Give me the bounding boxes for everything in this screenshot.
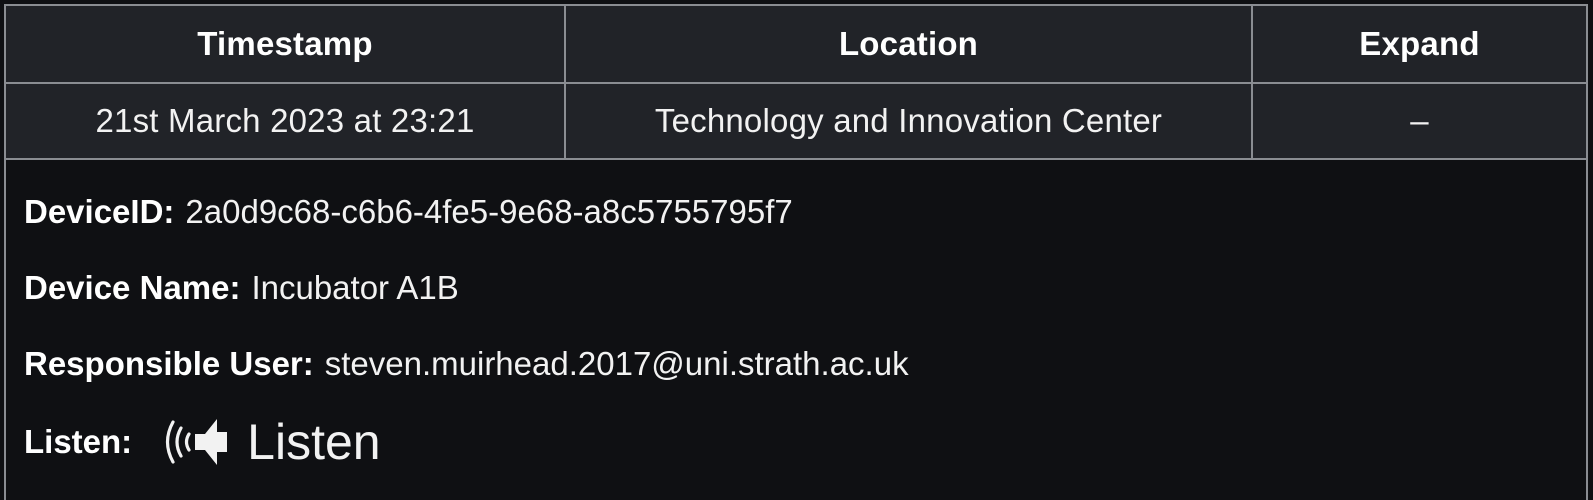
device-id-label: DeviceID: (24, 193, 175, 230)
responsible-user-line: Responsible User: steven.muirhead.2017@u… (24, 326, 1568, 402)
table-header-row: Timestamp Location Expand (6, 6, 1586, 84)
device-name-line: Device Name: Incubator A1B (24, 250, 1568, 326)
listen-button-label: Listen (247, 414, 381, 470)
device-id-value: 2a0d9c68-c6b6-4fe5-9e68-a8c5755795f7 (185, 193, 793, 230)
device-id-line: DeviceID: 2a0d9c68-c6b6-4fe5-9e68-a8c575… (24, 174, 1568, 250)
device-name-value: Incubator A1B (251, 269, 459, 306)
listen-line: Listen: Listen (24, 402, 1568, 482)
responsible-user-value: steven.muirhead.2017@uni.strath.ac.uk (324, 345, 909, 382)
expanded-details: DeviceID: 2a0d9c68-c6b6-4fe5-9e68-a8c575… (6, 160, 1586, 482)
header-location: Location (566, 6, 1253, 84)
header-expand: Expand (1253, 6, 1586, 84)
table-row: 21st March 2023 at 23:21 Technology and … (6, 84, 1586, 160)
cell-timestamp: 21st March 2023 at 23:21 (6, 84, 566, 160)
collapse-toggle[interactable]: – (1253, 84, 1586, 160)
cell-location: Technology and Innovation Center (566, 84, 1253, 160)
speaker-sound-icon (166, 419, 228, 465)
listen-label: Listen: (24, 423, 133, 460)
responsible-user-label: Responsible User: (24, 345, 314, 382)
readings-table: Timestamp Location Expand 21st March 202… (4, 4, 1588, 500)
header-timestamp: Timestamp (6, 6, 566, 84)
listen-button[interactable]: Listen (159, 413, 381, 471)
device-name-label: Device Name: (24, 269, 241, 306)
